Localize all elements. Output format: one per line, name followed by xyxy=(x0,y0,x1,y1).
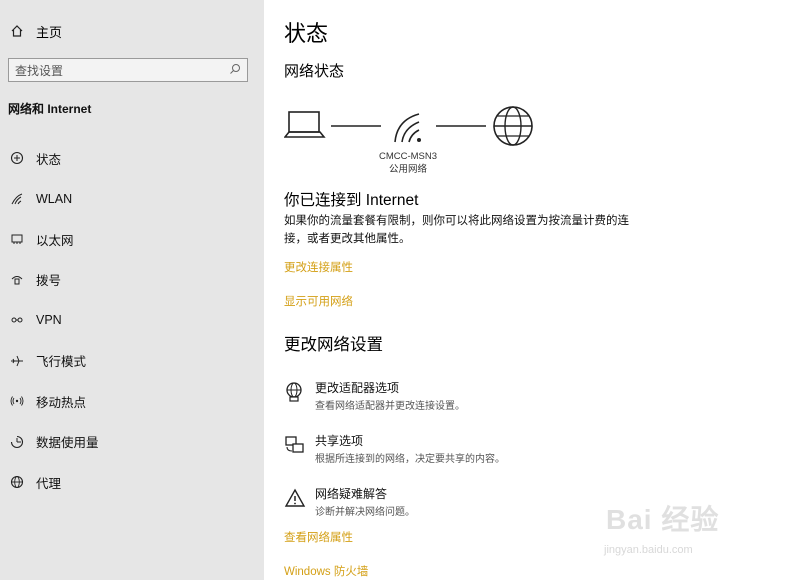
change-network-settings-heading: 更改网络设置 xyxy=(284,336,383,354)
change-connection-properties-link[interactable]: 更改连接属性 xyxy=(284,259,353,275)
sidebar-item-proxy[interactable]: 代理 xyxy=(0,462,264,503)
adapter-icon xyxy=(284,381,306,403)
wifi-icon xyxy=(394,113,421,143)
sidebar-item-data-usage[interactable]: 数据使用量 xyxy=(0,422,264,463)
sidebar-item-label: 以太网 xyxy=(36,233,74,248)
nav-home[interactable]: 主页 xyxy=(8,20,62,42)
adapter-options-title: 更改适配器选项 xyxy=(315,381,400,395)
search-icon[interactable] xyxy=(229,63,241,78)
internet-globe-icon xyxy=(493,106,533,146)
troubleshoot-desc: 诊断并解决网络问题。 xyxy=(315,507,415,518)
nav-home-label: 主页 xyxy=(36,24,63,40)
sidebar-item-label: 移动热点 xyxy=(36,395,87,410)
computer-icon xyxy=(284,111,326,138)
sidebar-item-label: 数据使用量 xyxy=(36,436,99,451)
network-name-block: CMCC-MSN3 公用网络 xyxy=(364,150,452,176)
sharing-options-item[interactable]: 共享选项 根据所连接到的网络，决定要共享的内容。 xyxy=(284,432,644,472)
data-usage-icon xyxy=(8,433,26,451)
sidebar-item-label: 状态 xyxy=(36,152,62,167)
view-network-properties-link[interactable]: 查看网络属性 xyxy=(284,529,353,545)
windows-firewall-link[interactable]: Windows 防火墙 xyxy=(284,563,368,579)
network-name: CMCC-MSN3 xyxy=(378,151,438,162)
sidebar-item-hotspot[interactable]: 移动热点 xyxy=(0,381,264,422)
sidebar-item-vpn[interactable]: VPN xyxy=(0,300,264,341)
sidebar-item-airplane[interactable]: 飞行模式 xyxy=(0,341,264,382)
nav-list: 状态 WLAN 以太网 拨号 VPN 飞行模式 移动热点 数据使用量 代理 xyxy=(0,138,264,503)
hotspot-icon xyxy=(8,392,26,410)
adapter-options-item[interactable]: 更改适配器选项 查看网络适配器并更改连接设置。 xyxy=(284,379,644,419)
sharing-options-title: 共享选项 xyxy=(315,434,364,448)
baidu-watermark: Bai 经验 jingyan.baidu.com xyxy=(598,492,778,572)
ethernet-icon xyxy=(8,230,26,248)
status-icon xyxy=(8,149,26,167)
sharing-icon xyxy=(284,434,306,456)
metered-description: 如果你的流量套餐有限制，则你可以将此网络设置为按流量计费的连接，或者更改其他属性… xyxy=(284,215,629,245)
troubleshoot-item[interactable]: 网络疑难解答 诊断并解决网络问题。 xyxy=(284,485,644,525)
sidebar-item-label: 拨号 xyxy=(36,274,62,289)
sidebar-item-label: 代理 xyxy=(36,476,62,491)
network-type: 公用网络 xyxy=(388,164,427,175)
globe-icon xyxy=(8,473,26,491)
sidebar-item-wlan[interactable]: WLAN xyxy=(0,179,264,220)
watermark-logo-text: Bai 经验 xyxy=(606,504,720,535)
page-title: 状态 xyxy=(284,21,329,46)
sidebar-item-dialup[interactable]: 拨号 xyxy=(0,260,264,301)
sidebar-item-status[interactable]: 状态 xyxy=(0,138,264,179)
connected-status-text: 你已连接到 Internet xyxy=(284,192,419,209)
troubleshoot-title: 网络疑难解答 xyxy=(315,487,388,501)
dialup-icon xyxy=(8,271,26,289)
section-title: 网络和 Internet xyxy=(8,102,92,116)
search-placeholder: 查找设置 xyxy=(15,63,64,78)
sidebar-item-ethernet[interactable]: 以太网 xyxy=(0,219,264,260)
home-icon xyxy=(8,22,26,40)
sidebar: 主页 查找设置 网络和 Internet 状态 WLAN 以太网 拨号 VPN … xyxy=(0,0,264,580)
airplane-icon xyxy=(8,352,26,370)
search-input[interactable]: 查找设置 xyxy=(8,58,248,82)
network-status-heading: 网络状态 xyxy=(284,63,345,80)
vpn-icon xyxy=(8,311,26,329)
wlan-icon xyxy=(8,190,26,208)
show-available-networks-link[interactable]: 显示可用网络 xyxy=(284,293,353,309)
warning-icon xyxy=(284,487,306,509)
sidebar-item-label: 飞行模式 xyxy=(36,355,87,370)
sharing-options-desc: 根据所连接到的网络，决定要共享的内容。 xyxy=(315,454,505,465)
watermark-url: jingyan.baidu.com xyxy=(604,544,693,556)
sidebar-item-label: WLAN xyxy=(36,191,73,206)
adapter-options-desc: 查看网络适配器并更改连接设置。 xyxy=(315,401,465,412)
sidebar-item-label: VPN xyxy=(36,313,62,328)
